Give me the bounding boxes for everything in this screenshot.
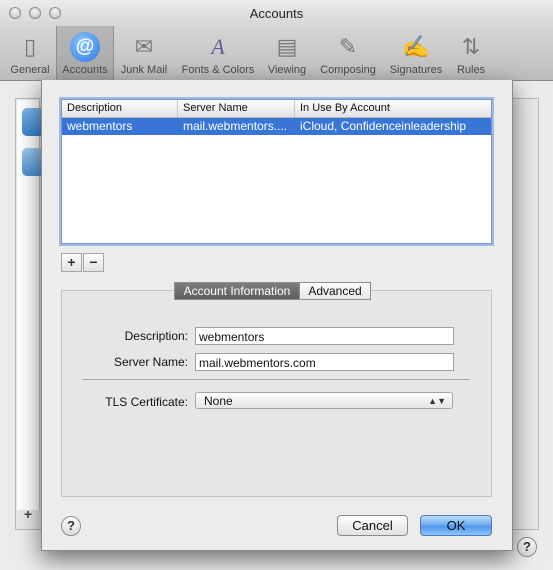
add-account-button[interactable]: +: [16, 505, 40, 523]
column-header-server-name[interactable]: Server Name: [178, 100, 295, 117]
toolbar-signatures[interactable]: ✍ Signatures: [385, 26, 447, 80]
server-name-label: Server Name:: [113, 355, 188, 369]
account-settings-sheet: Description Server Name In Use By Accoun…: [41, 80, 513, 551]
toolbar-label: Viewing: [267, 64, 307, 76]
column-header-description[interactable]: Description: [62, 100, 178, 117]
title-bar: Accounts: [0, 0, 553, 26]
row-server-name: mail.webmentors....: [183, 119, 288, 133]
general-icon: ▯: [23, 34, 37, 59]
junk-mail-icon: ✉: [134, 34, 154, 59]
toolbar-label: Junk Mail: [120, 64, 168, 76]
add-server-button[interactable]: +: [61, 253, 82, 272]
column-header-in-use-by-account[interactable]: In Use By Account: [295, 100, 491, 117]
row-description: webmentors: [67, 119, 133, 133]
at-sign-icon: @: [70, 32, 100, 62]
toolbar-label: Rules: [456, 64, 486, 76]
toolbar-label: Accounts: [62, 64, 108, 76]
composing-icon: ✎: [338, 34, 358, 59]
tls-certificate-select[interactable]: None ▲▼: [195, 392, 453, 409]
remove-server-button[interactable]: −: [83, 253, 104, 272]
server-details-box: Description: webmentors Server Name: mai…: [61, 290, 492, 497]
toolbar-rules[interactable]: ⇅ Rules: [452, 26, 490, 80]
toolbar-general[interactable]: ▯ General: [8, 26, 52, 80]
signatures-icon: ✍: [402, 34, 430, 59]
zoom-window-button[interactable]: [49, 7, 61, 19]
fonts-colors-icon: A: [211, 34, 225, 59]
divider: [82, 379, 470, 380]
toolbar-label: Fonts & Colors: [181, 64, 255, 76]
tls-certificate-value: None: [204, 394, 233, 408]
table-header: Description Server Name In Use By Accoun…: [62, 100, 491, 118]
tab-account-information[interactable]: Account Information: [174, 282, 300, 300]
help-button-background[interactable]: ?: [517, 537, 537, 557]
minimize-window-button[interactable]: [29, 7, 41, 19]
select-arrows-icon: ▲▼: [428, 396, 446, 406]
preferences-toolbar: ▯ General @ Accounts ✉ Junk Mail A Fonts…: [0, 26, 553, 81]
help-button[interactable]: ?: [61, 516, 81, 536]
close-window-button[interactable]: [9, 7, 21, 19]
toolbar-accounts[interactable]: @ Accounts: [56, 26, 114, 80]
rules-icon: ⇅: [461, 34, 481, 59]
tls-certificate-label: TLS Certificate:: [105, 395, 188, 409]
tab-advanced[interactable]: Advanced: [299, 282, 371, 300]
toolbar-viewing[interactable]: ▤ Viewing: [263, 26, 311, 80]
description-field[interactable]: webmentors: [195, 327, 454, 345]
description-label: Description:: [124, 329, 188, 343]
toolbar-label: Signatures: [389, 64, 443, 76]
toolbar-composing[interactable]: ✎ Composing: [316, 26, 380, 80]
server-name-field[interactable]: mail.webmentors.com: [195, 353, 454, 371]
toolbar-fonts-colors[interactable]: A Fonts & Colors: [177, 26, 259, 80]
cancel-button[interactable]: Cancel: [337, 515, 408, 536]
toolbar-junk-mail[interactable]: ✉ Junk Mail: [117, 26, 171, 80]
row-in-use-by-account: iCloud, Confidenceinleadership: [300, 119, 467, 133]
viewing-icon: ▤: [276, 34, 298, 59]
toolbar-label: Composing: [320, 64, 376, 76]
ok-button[interactable]: OK: [420, 515, 492, 536]
window-title: Accounts: [249, 6, 304, 21]
smtp-server-table: Description Server Name In Use By Accoun…: [61, 99, 492, 244]
table-row[interactable]: webmentors mail.webmentors.... iCloud, C…: [62, 118, 491, 135]
toolbar-label: General: [10, 64, 50, 76]
